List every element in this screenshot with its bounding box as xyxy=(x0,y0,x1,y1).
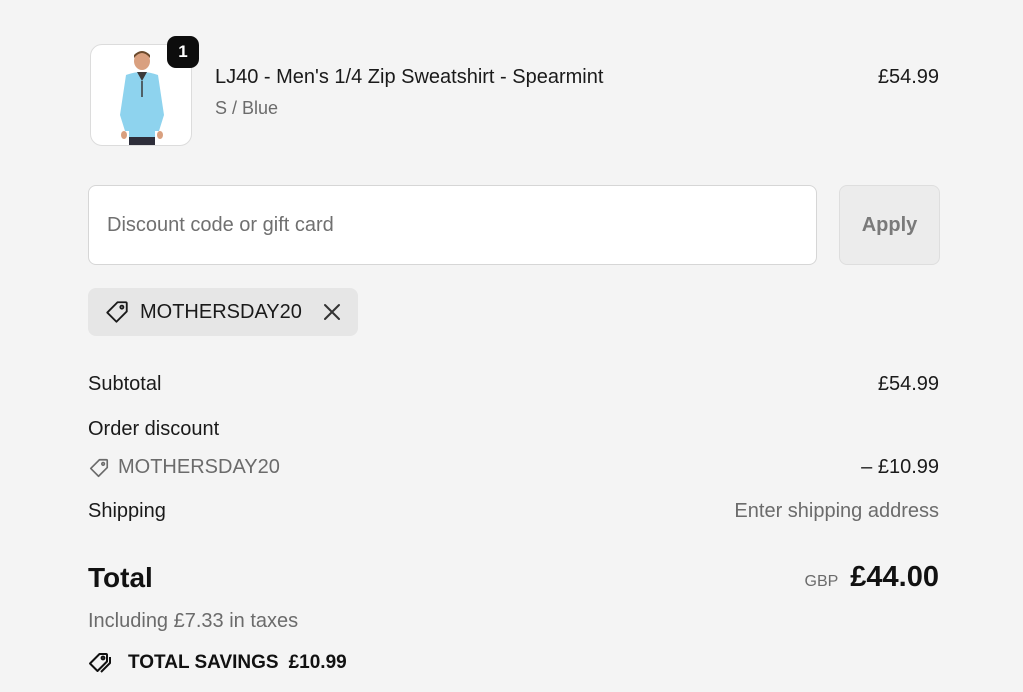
product-title: LJ40 - Men's 1/4 Zip Sweatshirt - Spearm… xyxy=(215,66,604,88)
taxes-note: Including £7.33 in taxes xyxy=(88,610,299,632)
applied-discount-chip: MOTHERSDAY20 xyxy=(88,288,358,336)
order-discount-code-label: MOTHERSDAY20 xyxy=(118,456,280,478)
subtotal-value: £54.99 xyxy=(877,373,939,395)
savings-tag-icon xyxy=(88,650,116,676)
tag-icon xyxy=(104,299,130,325)
order-discount-value: – £10.99 xyxy=(861,456,939,478)
tag-icon xyxy=(88,457,110,479)
currency-code: GBP xyxy=(804,573,839,590)
shipping-label: Shipping xyxy=(88,500,166,522)
total-savings: TOTAL SAVINGS £10.99 xyxy=(88,650,347,676)
applied-code-label: MOTHERSDAY20 xyxy=(140,300,302,323)
total-value: GBP £44.00 xyxy=(805,561,940,594)
quantity-badge: 1 xyxy=(167,36,199,68)
order-discount-code: MOTHERSDAY20 xyxy=(88,456,280,479)
product-variant: S / Blue xyxy=(215,98,279,118)
product-price: £54.99 xyxy=(877,66,939,88)
order-discount-label: Order discount xyxy=(88,418,220,440)
total-savings-value: £10.99 xyxy=(288,652,347,673)
total-label: Total xyxy=(88,562,153,593)
shipping-value: Enter shipping address xyxy=(734,500,939,522)
subtotal-label: Subtotal xyxy=(88,373,162,395)
apply-button[interactable]: Apply xyxy=(839,185,940,265)
total-savings-label: TOTAL SAVINGS xyxy=(128,652,279,673)
remove-discount-close-icon[interactable] xyxy=(320,300,344,324)
discount-code-input[interactable] xyxy=(88,185,817,265)
total-amount: £44.00 xyxy=(850,561,939,593)
